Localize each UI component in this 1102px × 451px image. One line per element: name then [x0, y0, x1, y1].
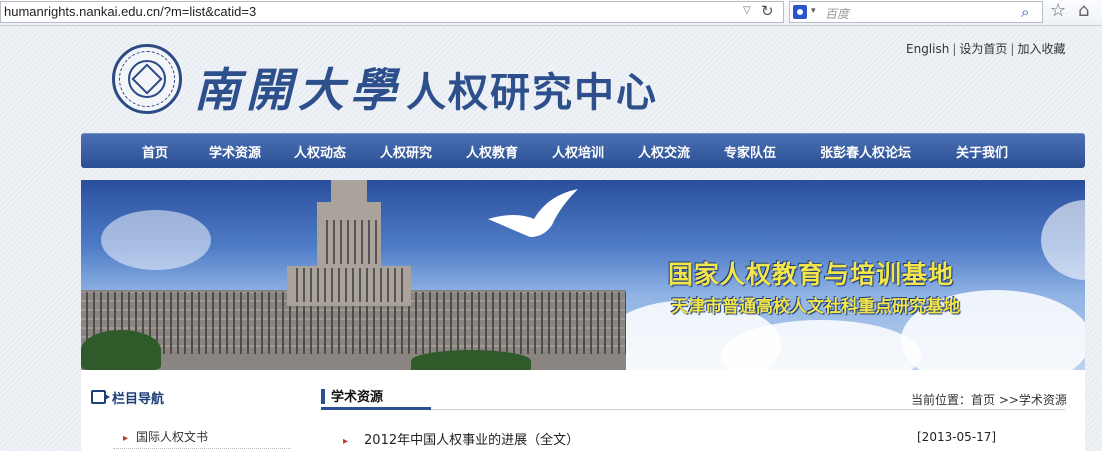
search-placeholder[interactable]: 百度: [825, 5, 849, 22]
separator: |: [952, 42, 957, 56]
search-engine-icon[interactable]: [793, 5, 807, 19]
section-title: 学术资源: [331, 390, 384, 405]
article-date: [2013-05-17]: [917, 430, 997, 444]
nav-about-us[interactable]: 关于我们: [956, 142, 1008, 161]
english-link[interactable]: English: [906, 42, 949, 56]
home-icon[interactable]: ⌂: [1078, 0, 1089, 21]
add-favorite-link[interactable]: 加入收藏: [1017, 42, 1065, 56]
separator: |: [1010, 42, 1015, 56]
sidebar-item-international-documents[interactable]: 国际人权文书: [123, 428, 208, 445]
nav-human-rights-training[interactable]: 人权培训: [552, 142, 604, 161]
trees: [411, 350, 531, 370]
article-link[interactable]: 2012年中国人权事业的进展（全文）: [343, 429, 579, 448]
nav-human-rights-news[interactable]: 人权动态: [294, 142, 346, 161]
address-url[interactable]: humanrights.nankai.edu.cn/?m=list&catid=…: [4, 4, 256, 19]
cloud: [1041, 200, 1085, 280]
building-windows: [321, 220, 377, 264]
trees: [81, 330, 161, 370]
history-dropdown-icon[interactable]: ▽: [743, 5, 751, 16]
bookmark-star-icon[interactable]: ☆: [1050, 0, 1066, 21]
browser-toolbar: humanrights.nankai.edu.cn/?m=list&catid=…: [0, 0, 1102, 26]
seal-inner: [128, 60, 166, 98]
engine-dropdown-icon[interactable]: ▾: [811, 6, 816, 16]
breadcrumb[interactable]: 当前位置：首页 >>学术资源: [911, 391, 1067, 408]
web-page: English | 设为首页 | 加入收藏 南開大學 人权研究中心 首页 学术资源 人权动…: [0, 26, 1102, 451]
main-nav: 首页 学术资源 人权动态 人权研究 人权教育 人权培训 人权交流 专家队伍 张彭…: [81, 133, 1085, 168]
nav-human-rights-education[interactable]: 人权教育: [466, 142, 518, 161]
column-nav-icon: [91, 390, 110, 404]
content-area: 栏目导航 国际人权文书 学术资源 当前位置：首页 >>学术资源 2012年中国人…: [81, 370, 1085, 451]
building-windows: [291, 268, 407, 302]
seal-monogram: [131, 63, 163, 95]
set-homepage-link[interactable]: 设为首页: [959, 42, 1007, 56]
banner-title: 国家人权教育与培训基地: [668, 260, 955, 289]
nav-human-rights-research[interactable]: 人权研究: [380, 142, 432, 161]
top-links: English | 设为首页 | 加入收藏: [906, 40, 1065, 57]
section-marker: [321, 389, 325, 404]
search-icon[interactable]: ⌕: [1021, 3, 1029, 21]
divider: [113, 448, 291, 449]
university-name-calligraphy: 南開大學: [194, 63, 402, 117]
site-logo-title[interactable]: 南開大學 人权研究中心: [194, 54, 658, 117]
nav-home[interactable]: 首页: [142, 142, 168, 161]
nav-academic-resources[interactable]: 学术资源: [209, 142, 261, 161]
nav-experts[interactable]: 专家队伍: [724, 142, 776, 161]
cloud: [101, 210, 211, 270]
reload-icon[interactable]: ↻: [761, 2, 774, 20]
hero-banner: 国家人权教育与培训基地 天津市普通高校人文社科重点研究基地: [81, 180, 1085, 370]
section-underline: [321, 407, 431, 410]
search-bar[interactable]: ▾ 百度 ⌕: [789, 1, 1043, 23]
nav-zhang-pengchun-forum[interactable]: 张彭春人权论坛: [820, 142, 911, 161]
banner-subtitle: 天津市普通高校人文社科重点研究基地: [671, 297, 960, 317]
sidebar-heading: 栏目导航: [91, 388, 164, 407]
divider: [431, 409, 1065, 410]
nav-human-rights-exchange[interactable]: 人权交流: [638, 142, 690, 161]
center-name: 人权研究中心: [406, 69, 658, 116]
section-heading: 学术资源: [321, 386, 383, 405]
address-bar[interactable]: humanrights.nankai.edu.cn/?m=list&catid=…: [0, 1, 784, 23]
dove-icon: [488, 189, 578, 237]
university-seal-logo[interactable]: [112, 44, 182, 114]
sidebar-heading-label: 栏目导航: [112, 392, 165, 407]
